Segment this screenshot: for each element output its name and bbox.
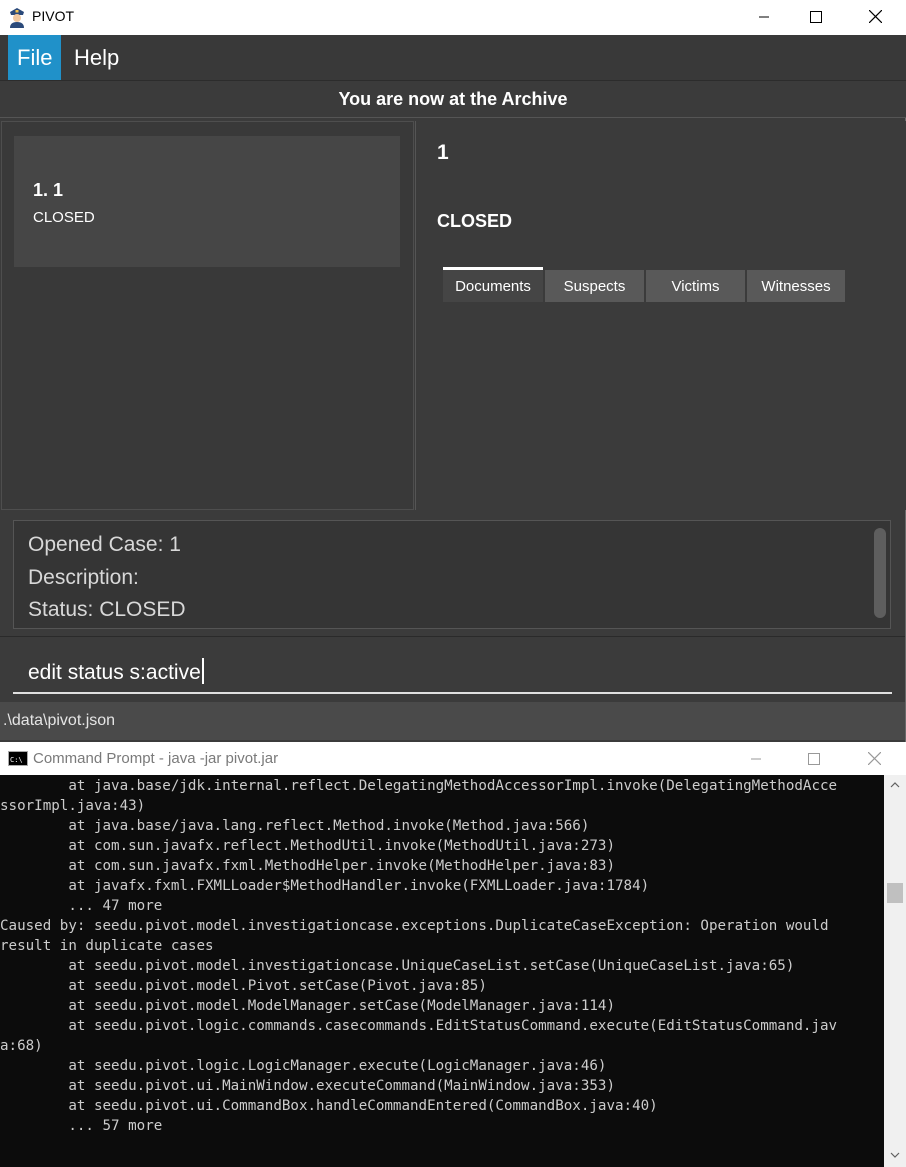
save-location: .\data\pivot.json	[3, 712, 116, 729]
console-line: ... 47 more	[0, 898, 163, 914]
console-line: at seedu.pivot.model.investigationcase.U…	[0, 958, 795, 974]
console-line: at java.base/jdk.internal.reflect.Delega…	[0, 778, 838, 794]
case-detail-status: CLOSED	[437, 211, 513, 231]
tab-documents[interactable]: Documents	[443, 267, 543, 302]
minimize-icon	[751, 758, 761, 759]
window-title: PIVOT	[32, 8, 75, 24]
minimize-button[interactable]	[741, 0, 787, 33]
result-line: Description:	[28, 566, 139, 589]
console-line: at seedu.pivot.logic.LogicManager.execut…	[0, 1058, 607, 1074]
case-detail-title: 1	[437, 141, 449, 164]
console-line: ssorImpl.java:43)	[0, 798, 146, 814]
tab-suspects[interactable]: Suspects	[545, 270, 644, 302]
console-line: at java.base/java.lang.reflect.Method.in…	[0, 818, 590, 834]
menu-bar	[0, 35, 906, 80]
case-detail-panel	[415, 121, 906, 510]
window-titlebar[interactable]: PIVOT	[0, 0, 906, 35]
close-icon	[867, 752, 881, 765]
console-line: Caused by: seedu.pivot.model.investigati…	[0, 918, 829, 934]
scroll-down-arrow-icon[interactable]	[884, 1147, 906, 1163]
console-line: at seedu.pivot.logic.commands.casecomman…	[0, 1018, 838, 1034]
console-titlebar[interactable]: C:\ Command Prompt - java -jar pivot.jar	[0, 742, 906, 775]
console-maximize-button[interactable]	[791, 742, 837, 775]
maximize-icon	[808, 752, 820, 765]
console-scroll-thumb[interactable]	[887, 883, 903, 903]
case-card[interactable]	[14, 136, 400, 267]
status-bar: .\data\pivot.json	[0, 702, 905, 740]
tab-victims[interactable]: Victims	[646, 270, 745, 302]
text-caret	[201, 658, 204, 684]
close-button[interactable]	[852, 0, 898, 33]
console-line: at seedu.pivot.model.Pivot.setCase(Pivot…	[0, 978, 487, 994]
svg-text:C:\: C:\	[10, 756, 23, 764]
case-card-title: 1. 1	[33, 180, 64, 200]
result-line: Status: CLOSED	[28, 598, 186, 621]
console-title: Command Prompt - java -jar pivot.jar	[33, 750, 279, 767]
console-line: at seedu.pivot.ui.MainWindow.executeComm…	[0, 1078, 615, 1094]
location-banner: You are now at the Archive	[0, 80, 906, 118]
console-line: at com.sun.javafx.fxml.MethodHelper.invo…	[0, 858, 615, 874]
console-line: ... 57 more	[0, 1118, 163, 1134]
result-scrollbar[interactable]	[874, 528, 886, 618]
maximize-button[interactable]	[793, 0, 839, 33]
tab-witnesses[interactable]: Witnesses	[747, 270, 845, 302]
console-line: at seedu.pivot.model.ModelManager.setCas…	[0, 998, 615, 1014]
command-input-value: edit status s:active	[28, 661, 201, 684]
console-close-button[interactable]	[851, 742, 897, 775]
scroll-up-arrow-icon[interactable]	[884, 777, 906, 793]
police-officer-icon	[7, 6, 27, 28]
console-scrollbar[interactable]	[884, 775, 906, 1167]
menu-file[interactable]: File	[8, 35, 62, 80]
console-minimize-button[interactable]	[733, 742, 779, 775]
menu-help[interactable]: Help	[65, 35, 128, 80]
case-card-status: CLOSED	[33, 209, 95, 226]
command-prompt-icon: C:\	[8, 751, 28, 766]
maximize-icon	[810, 10, 822, 23]
console-line: at seedu.pivot.ui.CommandBox.handleComma…	[0, 1098, 658, 1114]
console-line: at com.sun.javafx.reflect.MethodUtil.inv…	[0, 838, 615, 854]
command-input[interactable]: edit status s:active	[28, 658, 204, 685]
close-icon	[868, 10, 882, 23]
result-line: Opened Case: 1	[28, 533, 181, 556]
minimize-icon	[759, 16, 769, 17]
command-input-underline	[13, 692, 892, 694]
console-output[interactable]: at java.base/jdk.internal.reflect.Delega…	[0, 775, 884, 1167]
console-line: a:68)	[0, 1038, 43, 1054]
console-line: result in duplicate cases	[0, 938, 214, 954]
console-line: at javafx.fxml.FXMLLoader$MethodHandler.…	[0, 878, 650, 894]
